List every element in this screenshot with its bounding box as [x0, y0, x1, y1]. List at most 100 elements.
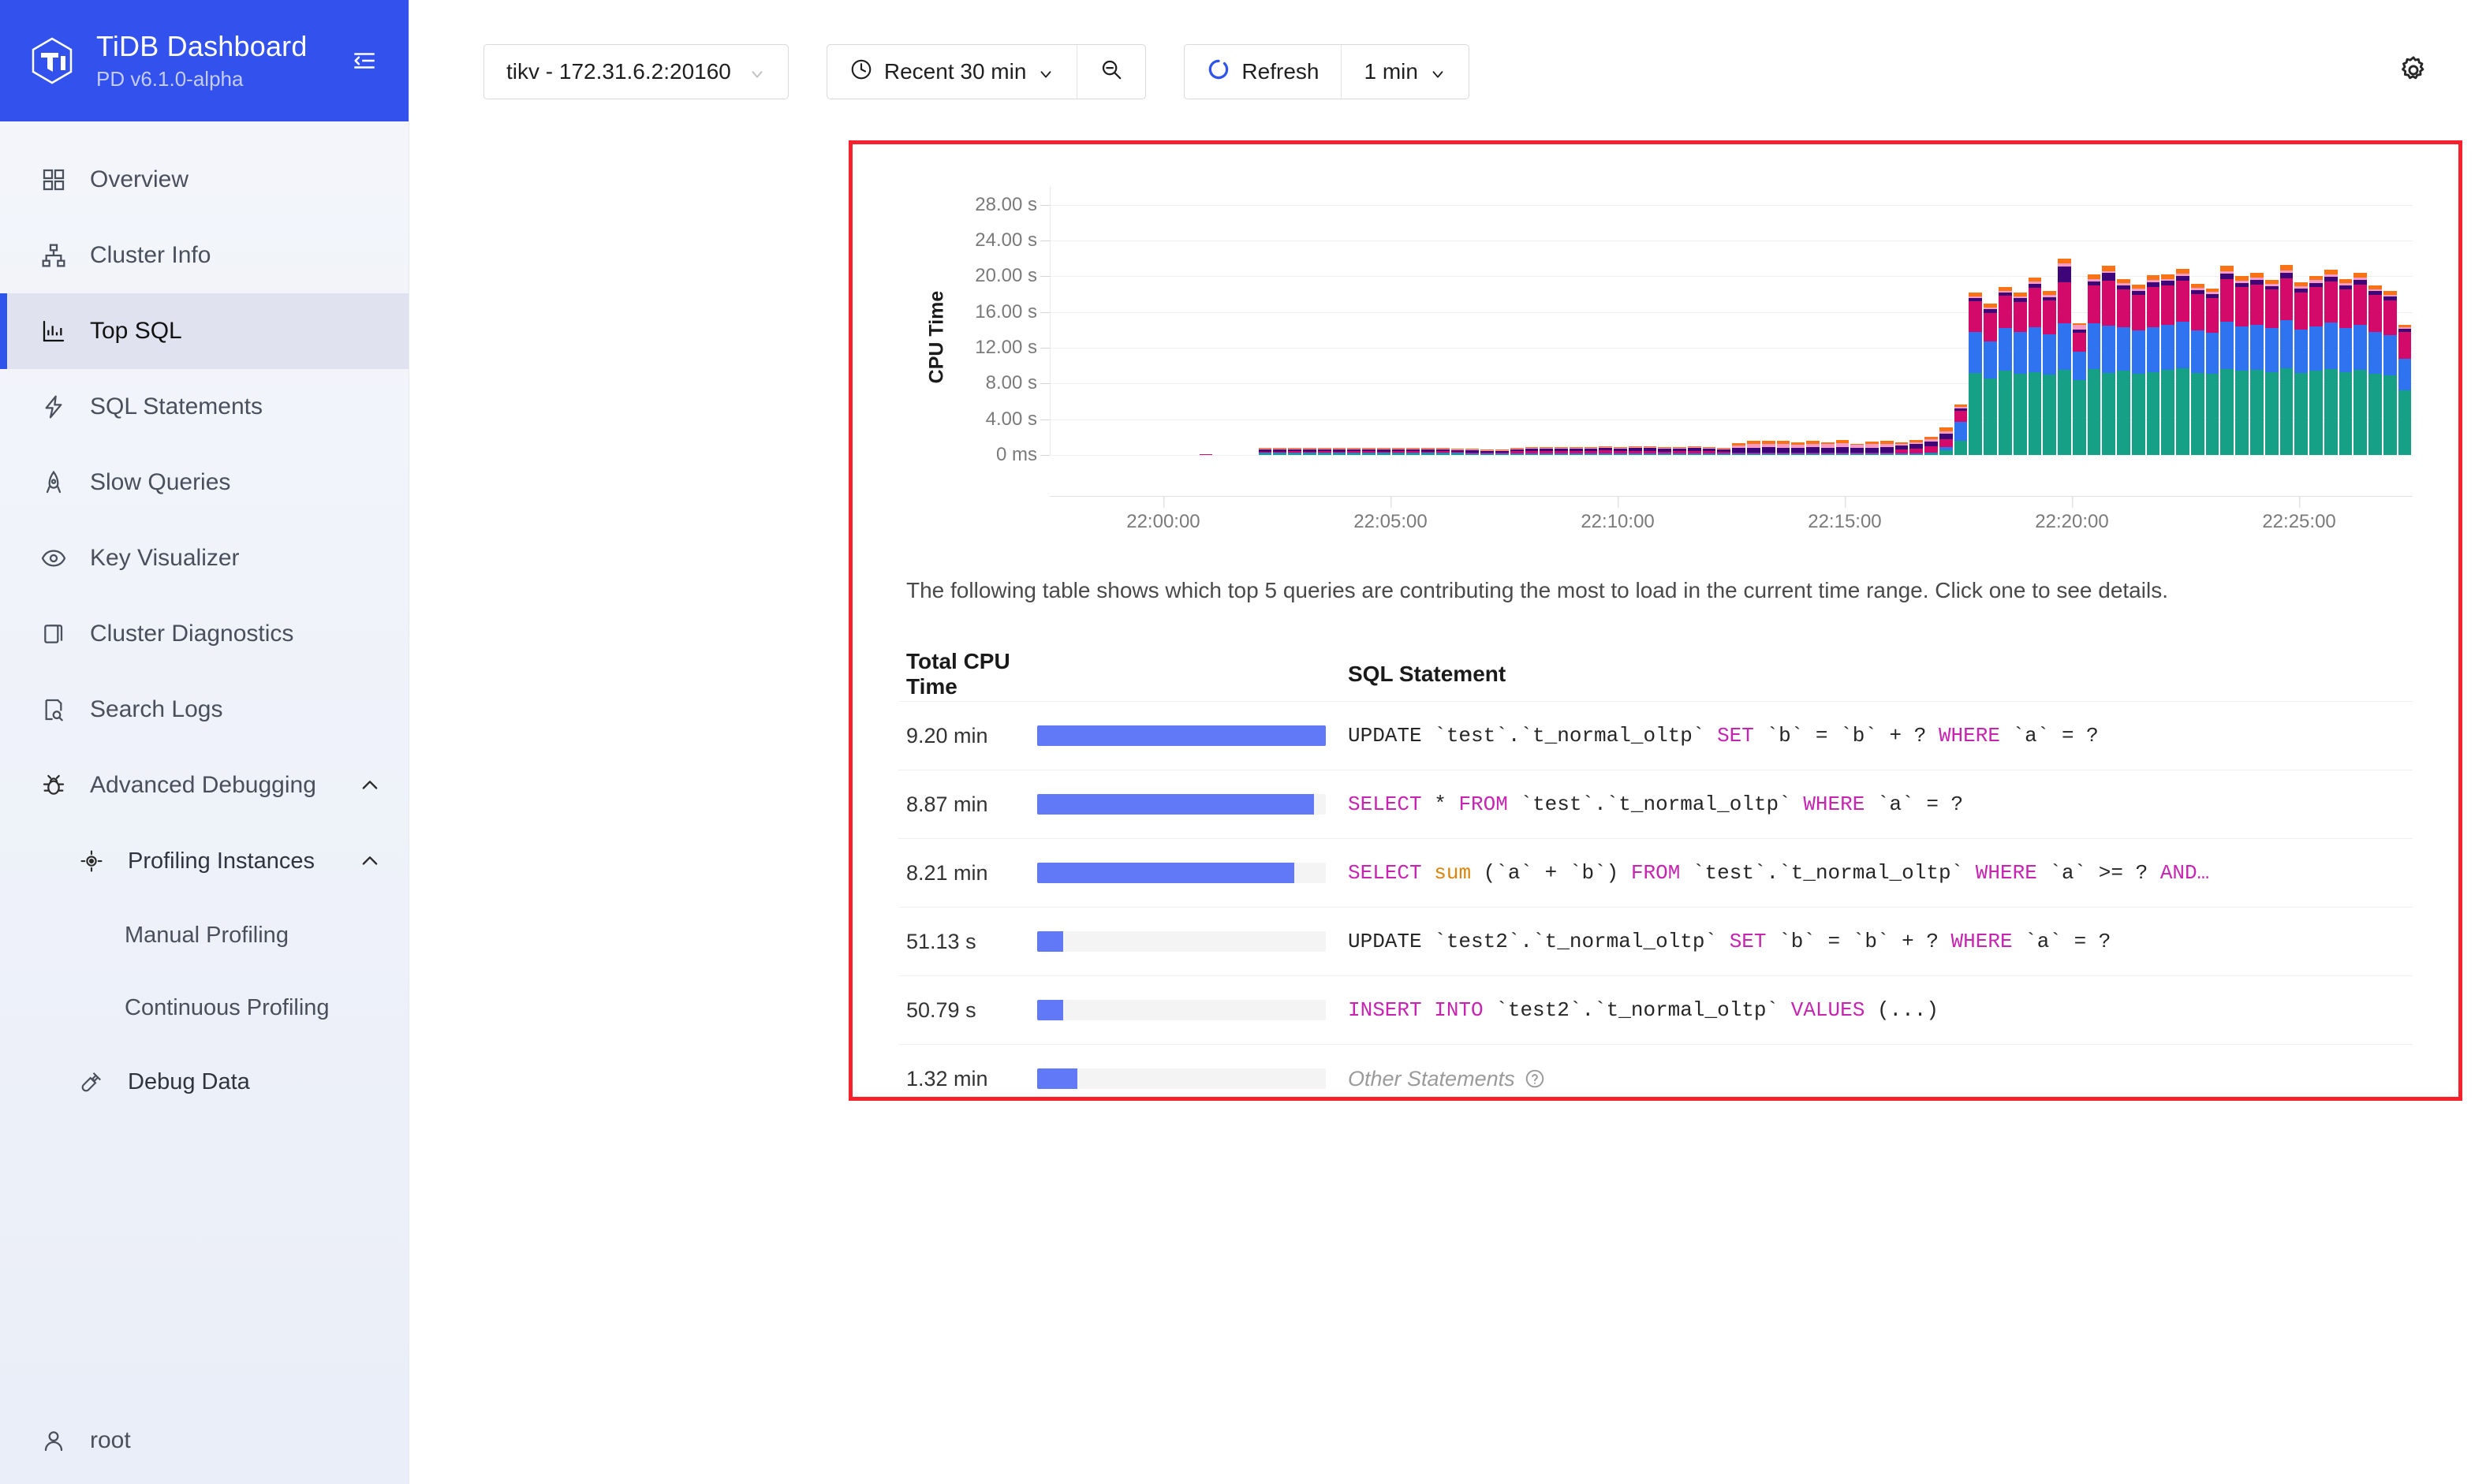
table-row[interactable]: 9.20 minUPDATE `test`.`t_normal_oltp` SE…	[898, 701, 2413, 770]
chart-bar[interactable]	[1790, 187, 1805, 455]
chart-bar[interactable]	[2264, 187, 2279, 455]
chart-bar[interactable]	[2028, 187, 2043, 455]
chart-bar[interactable]	[1569, 187, 1584, 455]
chart-bar[interactable]	[2190, 187, 2205, 455]
chart-bar[interactable]	[1909, 187, 1924, 455]
chart-bar[interactable]	[1302, 187, 1317, 455]
chart-bar[interactable]	[2205, 187, 2220, 455]
chart-bar[interactable]	[1716, 187, 1731, 455]
chart-bar[interactable]	[1405, 187, 1420, 455]
chart-bar[interactable]	[1361, 187, 1376, 455]
chart-bar[interactable]	[1968, 187, 1983, 455]
chart-bar[interactable]	[1346, 187, 1361, 455]
chart-bar[interactable]	[2353, 187, 2368, 455]
chart-bar[interactable]	[1746, 187, 1761, 455]
chevron-up-icon[interactable]	[358, 774, 382, 797]
chart-bar[interactable]	[1613, 187, 1628, 455]
chart-bar[interactable]	[1924, 187, 1939, 455]
sidebar-item-continuous-profiling[interactable]: Continuous Profiling	[0, 971, 409, 1044]
chart-bar[interactable]	[1465, 187, 1480, 455]
chart-bar[interactable]	[2146, 187, 2161, 455]
chart-bar[interactable]	[1598, 187, 1613, 455]
chart-bar[interactable]	[2072, 187, 2087, 455]
chart-bar[interactable]	[1495, 187, 1510, 455]
refresh-button[interactable]: Refresh	[1185, 45, 1341, 99]
chart-bar[interactable]	[1672, 187, 1687, 455]
instance-selector[interactable]: tikv - 172.31.6.2:20160	[483, 44, 789, 99]
chart-bar[interactable]	[1657, 187, 1672, 455]
chart-bar[interactable]	[1199, 187, 1214, 455]
settings-button[interactable]	[2390, 48, 2437, 95]
chart-bar[interactable]	[1480, 187, 1495, 455]
chart-bar[interactable]	[2324, 187, 2339, 455]
chart-bar[interactable]	[2131, 187, 2146, 455]
chart-bar[interactable]	[2160, 187, 2175, 455]
sidebar-item-sql-statements[interactable]: SQL Statements	[0, 369, 409, 445]
chart-bar[interactable]	[1539, 187, 1554, 455]
chart-bar[interactable]	[2294, 187, 2309, 455]
chart-bar[interactable]	[1095, 187, 1110, 455]
chart-bar[interactable]	[2175, 187, 2190, 455]
sidebar-item-key-visualizer[interactable]: Key Visualizer	[0, 520, 409, 596]
time-range-selector[interactable]: Recent 30 min	[827, 45, 1077, 99]
chart-bar[interactable]	[1525, 187, 1540, 455]
chart-bar[interactable]	[1332, 187, 1347, 455]
chart-bar[interactable]	[1258, 187, 1273, 455]
chart-bar[interactable]	[2234, 187, 2249, 455]
chart-bar[interactable]	[2042, 187, 2057, 455]
chart-bar[interactable]	[1154, 187, 1169, 455]
chart-bar[interactable]	[1317, 187, 1332, 455]
table-row[interactable]: 8.21 minSELECT sum (`a` + `b`) FROM `tes…	[898, 838, 2413, 907]
chart-bar[interactable]	[1243, 187, 1258, 455]
menu-collapse-icon[interactable]	[347, 43, 382, 78]
chart-bar[interactable]	[1376, 187, 1391, 455]
chart-bar[interactable]	[1879, 187, 1894, 455]
chart-bar[interactable]	[2219, 187, 2234, 455]
chart-bar[interactable]	[1140, 187, 1155, 455]
chart-bar[interactable]	[1125, 187, 1140, 455]
sidebar-item-slow-queries[interactable]: Slow Queries	[0, 445, 409, 520]
zoom-out-button[interactable]	[1077, 45, 1145, 99]
chart-bar[interactable]	[1983, 187, 1998, 455]
chart-bar[interactable]	[1287, 187, 1302, 455]
chart-bar[interactable]	[1510, 187, 1525, 455]
chart-bar[interactable]	[1110, 187, 1125, 455]
chart-bar[interactable]	[1184, 187, 1199, 455]
chart-bar[interactable]	[2116, 187, 2131, 455]
chart-bar[interactable]	[1835, 187, 1850, 455]
chart-bar[interactable]	[1731, 187, 1746, 455]
chart-bar[interactable]	[2368, 187, 2383, 455]
chart-bar[interactable]	[1081, 187, 1096, 455]
chart-bar[interactable]	[1584, 187, 1599, 455]
chart-bar[interactable]	[1939, 187, 1954, 455]
chart-bar[interactable]	[2279, 187, 2294, 455]
auto-refresh-selector[interactable]: 1 min	[1342, 45, 1468, 99]
chart-bar[interactable]	[1850, 187, 1864, 455]
sidebar-item-cluster-diagnostics[interactable]: Cluster Diagnostics	[0, 596, 409, 672]
sidebar-item-search-logs[interactable]: Search Logs	[0, 672, 409, 748]
chart-bar[interactable]	[2101, 187, 2116, 455]
sidebar-item-top-sql[interactable]: Top SQL	[0, 293, 409, 369]
chart-bar[interactable]	[1391, 187, 1406, 455]
chart-bar[interactable]	[2013, 187, 2028, 455]
sidebar-item-profiling-instances[interactable]: Profiling Instances	[0, 823, 409, 899]
chart-bar[interactable]	[2383, 187, 2398, 455]
sidebar-item-cluster-info[interactable]: Cluster Info	[0, 218, 409, 293]
chart-bar[interactable]	[2309, 187, 2324, 455]
sidebar-item-advanced-debugging[interactable]: Advanced Debugging	[0, 748, 409, 823]
chart-bar[interactable]	[1687, 187, 1702, 455]
chart-bar[interactable]	[2249, 187, 2264, 455]
chart-bar[interactable]	[1702, 187, 1717, 455]
chart-bar[interactable]	[2339, 187, 2353, 455]
chart-bar[interactable]	[1066, 187, 1081, 455]
question-circle-icon[interactable]	[1525, 1068, 1545, 1089]
chart-bar[interactable]	[1169, 187, 1184, 455]
chart-bar[interactable]	[2057, 187, 2072, 455]
sidebar-item-debug-data[interactable]: Debug Data	[0, 1044, 409, 1120]
table-row[interactable]: 8.87 minSELECT * FROM `test`.`t_normal_o…	[898, 770, 2413, 838]
chart-bar[interactable]	[1228, 187, 1243, 455]
sidebar-item-overview[interactable]: Overview	[0, 142, 409, 218]
chart-bar[interactable]	[1894, 187, 1909, 455]
chevron-up-icon[interactable]	[358, 849, 382, 873]
chart-bar[interactable]	[2398, 187, 2413, 455]
